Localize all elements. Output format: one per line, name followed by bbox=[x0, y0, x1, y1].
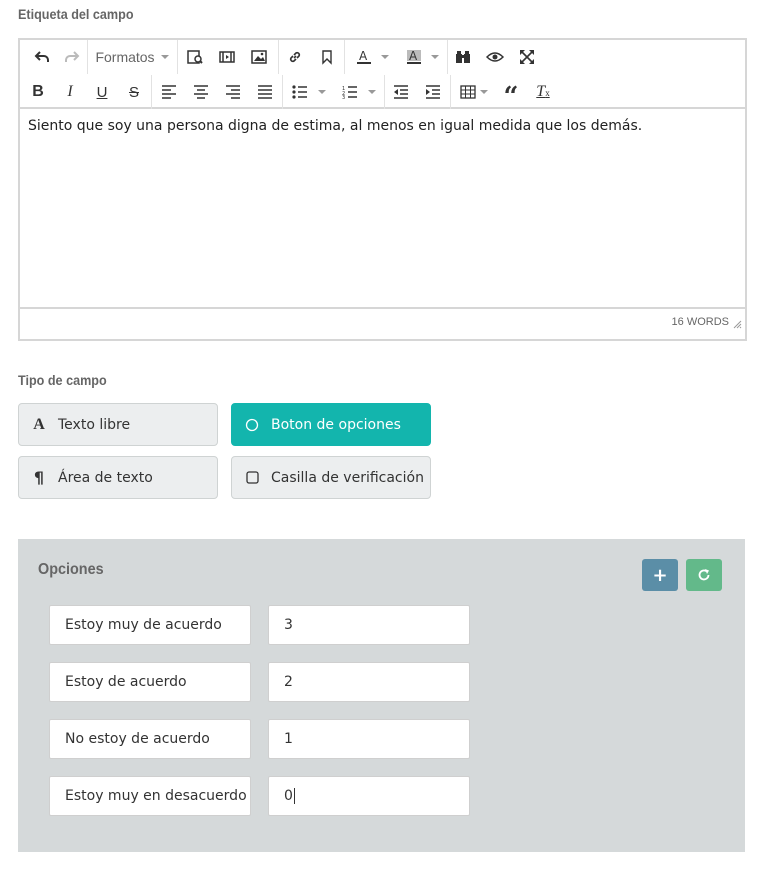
field-label-heading: Etiqueta del campo bbox=[18, 6, 134, 22]
option-label-input[interactable]: Estoy de acuerdo bbox=[49, 662, 251, 702]
numbered-list-icon[interactable]: 123 bbox=[338, 78, 380, 106]
plus-icon: + bbox=[652, 564, 668, 586]
option-label-input[interactable]: Estoy muy en desacuerdo bbox=[49, 776, 251, 816]
align-left-icon[interactable] bbox=[156, 78, 182, 106]
background-color-icon[interactable]: A bbox=[400, 43, 444, 71]
bold-icon[interactable]: B bbox=[25, 78, 51, 106]
svg-text:3: 3 bbox=[342, 95, 345, 99]
type-radio-button[interactable]: Boton de opciones bbox=[231, 403, 431, 446]
italic-icon[interactable]: I bbox=[57, 78, 83, 106]
field-type-heading: Tipo de campo bbox=[18, 372, 107, 388]
text-cursor bbox=[293, 788, 295, 804]
binoculars-icon[interactable] bbox=[450, 43, 476, 71]
media-icon[interactable] bbox=[214, 43, 240, 71]
redo-icon[interactable] bbox=[58, 43, 86, 71]
refresh-icon bbox=[698, 569, 710, 581]
fullscreen-icon[interactable] bbox=[514, 43, 540, 71]
align-justify-icon[interactable] bbox=[252, 78, 278, 106]
editor-statusbar: 16 WORDS bbox=[20, 309, 745, 337]
options-title: Opciones bbox=[38, 561, 104, 578]
checkbox-square-icon bbox=[245, 471, 259, 484]
chevron-down-icon bbox=[480, 90, 488, 94]
radio-circle-icon bbox=[245, 418, 259, 432]
type-textarea-button[interactable]: ¶ Área de texto bbox=[18, 456, 218, 499]
underline-icon[interactable]: U bbox=[89, 78, 115, 106]
bookmark-icon[interactable] bbox=[314, 43, 340, 71]
editor-toolbar: Formatos A A B I U S 1 2 3 “ Tx bbox=[20, 40, 745, 110]
chevron-down-icon bbox=[318, 90, 326, 94]
strikethrough-icon[interactable]: S bbox=[121, 78, 147, 106]
option-label-input[interactable]: Estoy muy de acuerdo bbox=[49, 605, 251, 645]
word-count: 16 WORDS bbox=[671, 316, 729, 328]
formats-dropdown[interactable]: Formatos bbox=[92, 43, 172, 71]
editor-content[interactable]: Siento que soy una persona digna de esti… bbox=[20, 109, 745, 309]
resize-handle-icon[interactable] bbox=[733, 316, 742, 334]
search-doc-icon[interactable] bbox=[182, 43, 208, 71]
type-free-text-button[interactable]: A Texto libre bbox=[18, 403, 218, 446]
clear-format-icon[interactable]: Tx bbox=[530, 78, 556, 106]
type-checkbox-label: Casilla de verificación bbox=[271, 469, 424, 486]
formats-label: Formatos bbox=[95, 49, 155, 65]
option-value-text: 0 bbox=[284, 788, 293, 804]
type-free-text-label: Texto libre bbox=[58, 416, 131, 433]
option-value-input[interactable]: 0 bbox=[268, 776, 470, 816]
chevron-down-icon bbox=[380, 55, 389, 59]
image-icon[interactable] bbox=[246, 43, 272, 71]
type-checkbox-button[interactable]: Casilla de verificación bbox=[231, 456, 431, 499]
chevron-down-icon bbox=[430, 55, 439, 59]
outdent-icon[interactable] bbox=[388, 78, 414, 106]
text-color-icon[interactable]: A bbox=[350, 43, 394, 71]
align-right-icon[interactable] bbox=[220, 78, 246, 106]
add-option-button[interactable]: + bbox=[642, 559, 678, 591]
svg-text:A: A bbox=[409, 49, 418, 63]
pilcrow-icon: ¶ bbox=[33, 468, 45, 487]
option-value-input[interactable]: 3 bbox=[268, 605, 470, 645]
preview-eye-icon[interactable] bbox=[482, 43, 508, 71]
bullet-list-icon[interactable] bbox=[288, 78, 330, 106]
type-radio-label: Boton de opciones bbox=[271, 416, 401, 433]
option-value-input[interactable]: 2 bbox=[268, 662, 470, 702]
type-textarea-label: Área de texto bbox=[58, 469, 153, 486]
rich-text-editor: Formatos A A B I U S 1 2 3 “ Tx Siento q… bbox=[18, 38, 747, 341]
align-center-icon[interactable] bbox=[188, 78, 214, 106]
option-label-input[interactable]: No estoy de acuerdo bbox=[49, 719, 251, 759]
undo-icon[interactable] bbox=[28, 43, 56, 71]
blockquote-icon[interactable]: “ bbox=[498, 78, 524, 110]
indent-icon[interactable] bbox=[420, 78, 446, 106]
options-panel: Opciones + Estoy muy de acuerdo 3 Estoy … bbox=[18, 539, 745, 852]
letter-a-icon: A bbox=[33, 415, 45, 433]
svg-text:A: A bbox=[359, 49, 368, 63]
chevron-down-icon bbox=[160, 55, 169, 59]
chevron-down-icon bbox=[368, 90, 376, 94]
option-value-input[interactable]: 1 bbox=[268, 719, 470, 759]
link-icon[interactable] bbox=[282, 43, 308, 71]
table-icon[interactable] bbox=[456, 78, 492, 106]
refresh-button[interactable] bbox=[686, 559, 722, 591]
